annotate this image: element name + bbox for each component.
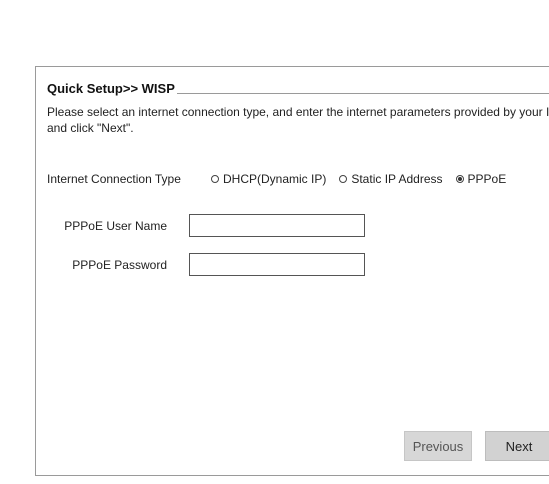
pppoe-password-row: PPPoE Password	[36, 253, 365, 276]
panel-header: Quick Setup>> WISP	[47, 81, 549, 96]
header-divider	[176, 93, 549, 94]
quick-setup-panel: Quick Setup>> WISP Please select an inte…	[35, 66, 549, 476]
previous-button[interactable]: Previous	[404, 431, 472, 461]
page-title: Quick Setup>> WISP	[47, 81, 175, 96]
next-button[interactable]: Next	[485, 431, 549, 461]
radio-dhcp-label[interactable]: DHCP(Dynamic IP)	[223, 172, 326, 186]
radio-dhcp-icon[interactable]	[211, 175, 219, 183]
pppoe-username-input[interactable]	[189, 214, 365, 237]
instructions-text: Please select an internet connection typ…	[47, 105, 549, 135]
radio-option-dhcp[interactable]: DHCP(Dynamic IP)	[211, 172, 326, 186]
radio-static-ip-icon[interactable]	[339, 175, 348, 183]
radio-static-ip-label[interactable]: Static IP Address	[351, 172, 442, 186]
radio-option-pppoe[interactable]: PPPoE	[455, 172, 507, 186]
radio-pppoe-icon[interactable]	[455, 175, 464, 183]
pppoe-password-input[interactable]	[189, 253, 365, 276]
radio-pppoe-label[interactable]: PPPoE	[468, 172, 507, 186]
radio-option-static-ip[interactable]: Static IP Address	[339, 172, 443, 186]
pppoe-username-label: PPPoE User Name	[64, 218, 167, 233]
pppoe-password-label: PPPoE Password	[72, 257, 167, 272]
connection-type-label: Internet Connection Type	[47, 172, 181, 186]
pppoe-username-row: PPPoE User Name	[36, 214, 365, 237]
connection-type-row: Internet Connection Type DHCP(Dynamic IP…	[47, 172, 519, 186]
